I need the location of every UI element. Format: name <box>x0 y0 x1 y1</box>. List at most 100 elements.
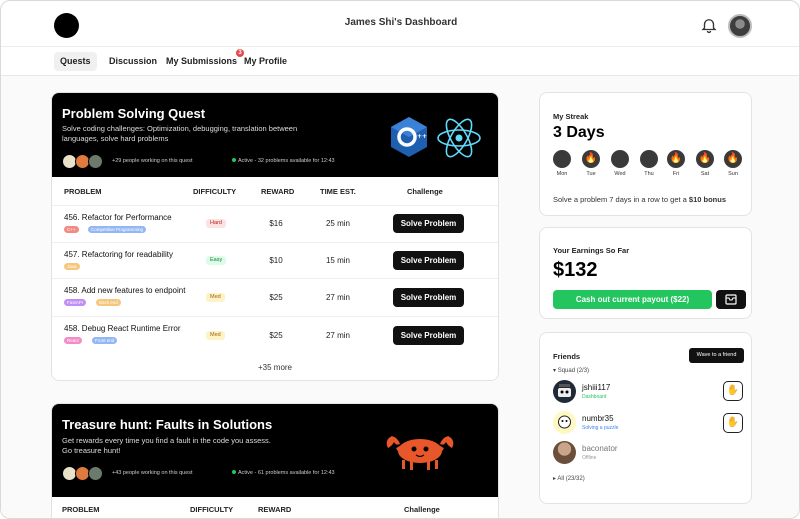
day-empty <box>553 150 571 168</box>
tag: Back end <box>96 299 121 306</box>
table-row: 456. Refactor for Performance C++ Compet… <box>52 205 498 242</box>
friend-name[interactable]: baconator <box>582 444 618 453</box>
active-status: Active - 61 problems available for 12:43 <box>232 470 335 476</box>
top-bar: James Shi's Dashboard <box>1 1 799 47</box>
tag: Java <box>64 263 80 270</box>
tab-label: My Profile <box>244 56 288 66</box>
column-header: TIME EST. <box>320 187 356 196</box>
problem-name[interactable]: 456. Refactor for Performance <box>64 213 172 222</box>
day-label: Wed <box>614 171 626 177</box>
quest-header: Treasure hunt: Faults in Solutions Get r… <box>52 404 498 497</box>
all-friends-toggle[interactable]: ▸ All (23/32) <box>553 475 585 482</box>
column-header: Challenge <box>404 505 440 514</box>
quest-header: Problem Solving Quest Solve coding chall… <box>52 93 498 177</box>
app-window: James Shi's Dashboard Quests Discussion … <box>0 0 800 519</box>
cash-out-button[interactable]: Cash out current payout ($22) <box>553 290 712 309</box>
squad-toggle[interactable]: ▾ Squad (2/3) <box>553 367 589 374</box>
tab-label: Discussion <box>109 56 158 66</box>
problem-name[interactable]: 457. Refactoring for readability <box>64 250 173 259</box>
difficulty-badge: Easy <box>206 256 227 265</box>
streak-bonus: $10 bonus <box>688 195 727 204</box>
participants-count: +43 people working on this quest <box>112 470 193 476</box>
tab-quests[interactable]: Quests <box>54 52 97 71</box>
tab-my-submissions[interactable]: My Submissions 3 <box>160 49 245 71</box>
tab-label: My Submissions <box>166 56 238 66</box>
all-friends-label: All (23/32) <box>557 476 585 482</box>
solve-problem-button[interactable]: Solve Problem <box>393 251 464 270</box>
active-status-text: Active - 32 problems available for 12:43 <box>238 158 335 164</box>
difficulty-badge: Med <box>206 293 225 302</box>
cpp-logo-icon: ++ <box>391 117 427 157</box>
active-dot <box>232 158 236 162</box>
page-title: James Shi's Dashboard <box>344 17 458 28</box>
active-status-text: Active - 61 problems available for 12:43 <box>238 470 335 476</box>
streak-card: My Streak 3 Days 🔥 🔥 🔥 🔥 Mon Tue Wed Thu… <box>539 92 752 216</box>
solve-problem-button[interactable]: Solve Problem <box>393 326 464 345</box>
solve-problem-button[interactable]: Solve Problem <box>393 214 464 233</box>
friend-status: Solving a puzzle <box>582 425 619 431</box>
streak-note: Solve a problem 7 days in a row to get a… <box>553 195 726 204</box>
squad-label: Squad (2/3) <box>557 368 590 374</box>
solve-problem-button[interactable]: Solve Problem <box>393 288 464 307</box>
tag: C++ <box>64 226 79 233</box>
wave-hand-icon: ✋ <box>726 417 740 428</box>
fire-icon: 🔥 <box>724 150 742 168</box>
day-empty <box>640 150 658 168</box>
show-more-link[interactable]: +35 more <box>52 363 498 372</box>
quest-title: Treasure hunt: Faults in Solutions <box>62 417 273 432</box>
tab-bar: Quests Discussion My Submissions 3 My Pro… <box>1 47 799 76</box>
problem-name[interactable]: 458. Debug React Runtime Error <box>64 324 181 333</box>
participants-count: +29 people working on this quest <box>112 158 193 164</box>
tag: React <box>64 337 82 344</box>
problem-name[interactable]: 458. Add new features to endpoint <box>64 286 185 295</box>
wave-button[interactable]: ✋ <box>723 413 743 433</box>
fire-icon: 🔥 <box>582 150 600 168</box>
friend-name[interactable]: jshiii117 <box>582 383 610 392</box>
friend-status: Offline <box>582 455 597 461</box>
difficulty-badge: Hard <box>206 219 226 228</box>
day-label: Tue <box>586 171 596 177</box>
inbox-button[interactable] <box>716 290 746 309</box>
earnings-card: Your Earnings So Far $132 Cash out curre… <box>539 227 752 319</box>
tab-discussion[interactable]: Discussion <box>103 52 163 71</box>
wave-button[interactable]: ✋ <box>723 381 743 401</box>
table-row: 458. Add new features to endpoint FastAP… <box>52 278 498 316</box>
friend-avatar <box>553 441 576 464</box>
reward: $10 <box>269 256 283 265</box>
tag: FastAPI <box>64 299 87 306</box>
fire-icon: 🔥 <box>696 150 714 168</box>
time-estimate: 15 min <box>325 256 350 265</box>
column-header: PROBLEM <box>62 505 100 514</box>
friends-title: Friends <box>553 352 581 361</box>
friend-avatar <box>553 411 576 434</box>
active-dot <box>232 470 236 474</box>
character-icon <box>558 415 571 429</box>
user-avatar[interactable] <box>728 14 752 38</box>
friend-name[interactable]: numbr35 <box>582 414 614 423</box>
reward: $25 <box>269 331 283 340</box>
column-header: DIFFICULTY <box>193 187 237 196</box>
wave-hand-icon: ✋ <box>726 385 740 396</box>
friends-card: Friends Wave to a friend ▾ Squad (2/3) j… <box>539 332 752 504</box>
quest-description: Get rewards every time you find a fault … <box>62 436 271 455</box>
table-row: 458. Debug React Runtime Error React Fro… <box>52 316 498 354</box>
active-status: Active - 32 problems available for 12:43 <box>232 158 335 164</box>
quest-card: Treasure hunt: Faults in Solutions Get r… <box>51 403 499 518</box>
time-estimate: 25 min <box>325 219 350 228</box>
react-logo-icon <box>437 118 481 158</box>
quest-title: Problem Solving Quest <box>62 106 206 121</box>
friend-status: Dashboard <box>582 394 607 400</box>
column-header: DIFFICULTY <box>190 505 234 514</box>
column-header: REWARD <box>261 187 295 196</box>
tab-my-profile[interactable]: My Profile <box>238 52 293 71</box>
time-estimate: 27 min <box>325 293 350 302</box>
day-label: Sat <box>700 171 710 177</box>
friend-avatar <box>553 380 576 403</box>
wave-tooltip: Wave to a friend <box>689 348 744 363</box>
earnings-title: Your Earnings So Far <box>553 246 630 255</box>
day-label: Mon <box>556 171 568 177</box>
column-header: Challenge <box>407 187 443 196</box>
day-label: Fri <box>672 171 680 177</box>
tag: Competitive Programming <box>88 226 147 233</box>
bell-icon[interactable] <box>700 16 718 34</box>
